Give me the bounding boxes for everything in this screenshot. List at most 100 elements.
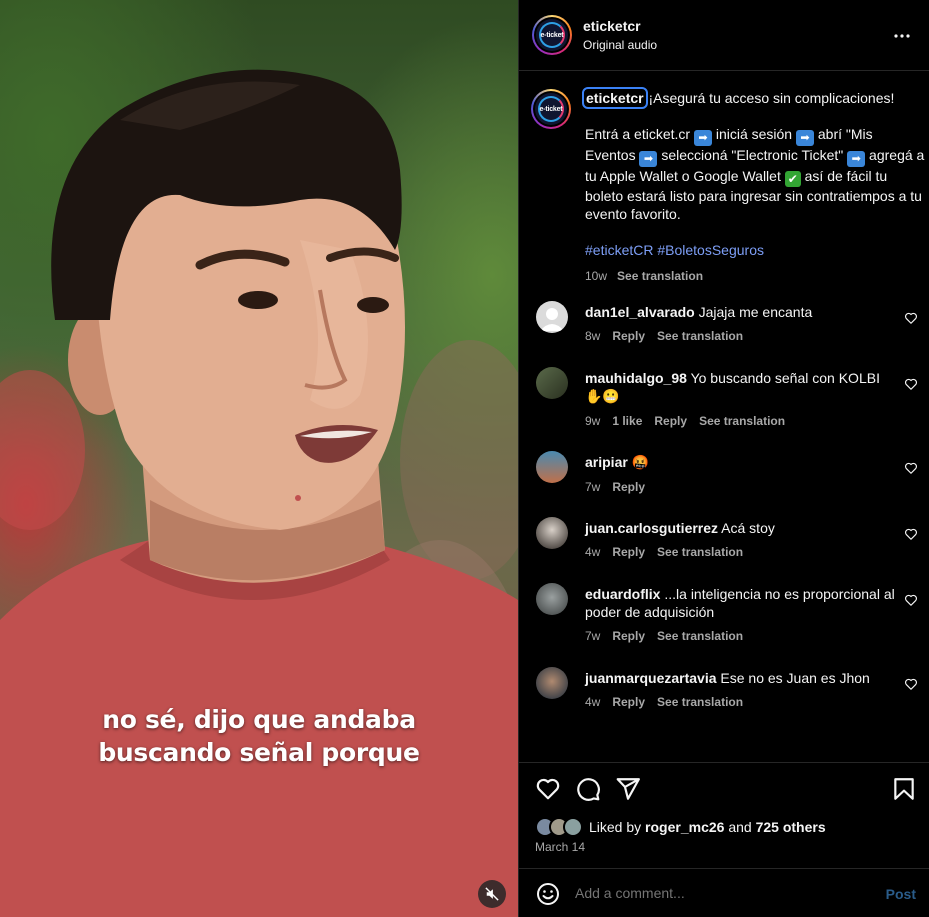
caption-avatar[interactable]: e-ticket <box>531 89 571 129</box>
comment-username[interactable]: juan.carlosgutierrez <box>585 520 718 536</box>
comment-body: aripiar 🤬 7w Reply <box>585 453 895 496</box>
liker-avatars <box>535 817 583 837</box>
caption-body: Entrá a eticket.cr ➡ iniciá sesión ➡ abr… <box>585 125 925 223</box>
avatar[interactable]: e-ticket <box>532 15 572 55</box>
arrow-right-icon: ➡ <box>693 130 712 146</box>
video-subtitle: no sé, dijo que andaba buscando señal po… <box>0 703 518 769</box>
post-button[interactable]: Post <box>886 886 916 902</box>
header-username[interactable]: eticketcr <box>583 18 641 34</box>
reply-button[interactable]: Reply <box>612 329 645 343</box>
comment-text: Yo buscando señal con KOLBI <box>690 370 880 386</box>
comment-age: 8w <box>585 329 601 343</box>
caption-meta: 10w See translation <box>585 267 925 285</box>
subtitle-line-2: buscando señal porque <box>98 738 420 767</box>
comment-age: 9w <box>585 414 601 428</box>
comment-text: Jajaja me encanta <box>698 304 813 320</box>
reply-button[interactable]: Reply <box>612 695 645 709</box>
like-count[interactable]: 1 like <box>612 414 642 428</box>
arrow-right-icon: ➡ <box>795 130 814 146</box>
comment-text: Ese no es Juan es Jhon <box>720 670 870 686</box>
hashtags[interactable]: #eticketCR #BoletosSeguros <box>585 241 925 259</box>
default-user-icon <box>540 308 564 331</box>
avatar[interactable] <box>536 367 568 399</box>
post-panel: e-ticket eticketcr Original audio e-tick… <box>518 0 929 917</box>
reel-video[interactable]: no sé, dijo que andaba buscando señal po… <box>0 0 518 917</box>
likes-count[interactable]: 725 others <box>756 819 826 835</box>
emoji-icon[interactable] <box>536 882 560 906</box>
see-translation-link[interactable]: See translation <box>657 695 743 709</box>
comment-age: 7w <box>585 629 601 643</box>
comment-text: Acá stoy <box>721 520 775 536</box>
comment-icon[interactable] <box>575 776 601 802</box>
heart-icon[interactable] <box>904 593 918 607</box>
see-translation-link[interactable]: See translation <box>617 269 703 283</box>
post-age: 10w <box>585 269 608 283</box>
caption-part: seleccioná "Electronic Ticket" <box>657 147 848 163</box>
post-actions: Liked by roger_mc26 and 725 others March… <box>519 762 929 868</box>
heart-icon[interactable] <box>904 527 918 541</box>
reply-button[interactable]: Reply <box>612 545 645 559</box>
eticket-logo: e-ticket <box>536 19 568 51</box>
post-header: e-ticket eticketcr Original audio <box>519 0 929 71</box>
likes-summary[interactable]: Liked by roger_mc26 and 725 others <box>535 817 826 837</box>
speaker-muted-icon <box>485 887 499 901</box>
share-icon[interactable] <box>615 776 641 802</box>
see-translation-link[interactable]: See translation <box>657 329 743 343</box>
reply-button[interactable]: Reply <box>654 414 687 428</box>
comment-body: dan1el_alvarado Jajaja me encanta 8w Repl… <box>585 303 895 345</box>
subtitle-line-1: no sé, dijo que andaba <box>102 705 416 734</box>
comment-body: juanmarquezartavia Ese no es Juan es Jho… <box>585 669 895 711</box>
reply-button[interactable]: Reply <box>612 480 645 494</box>
heart-icon[interactable] <box>535 776 561 802</box>
video-frame <box>0 69 518 917</box>
comment-emoji: ✋😬 <box>585 389 620 405</box>
caption-text: eticketcr ¡Asegurá tu acceso sin complic… <box>582 87 925 285</box>
comment-username[interactable]: mauhidalgo_98 <box>585 370 687 386</box>
comment-body: mauhidalgo_98 Yo buscando señal con KOLB… <box>585 369 895 430</box>
avatar[interactable] <box>536 517 568 549</box>
comment-username[interactable]: dan1el_alvarado <box>585 304 695 320</box>
logo-text: e-ticket <box>539 105 563 113</box>
see-translation-link[interactable]: See translation <box>657 629 743 643</box>
heart-icon[interactable] <box>904 677 918 691</box>
audio-label[interactable]: Original audio <box>583 38 657 52</box>
liked-by-user[interactable]: roger_mc26 <box>645 819 724 835</box>
arrow-right-icon: ➡ <box>639 151 658 167</box>
comment-age: 4w <box>585 545 601 559</box>
bookmark-icon[interactable] <box>891 776 917 802</box>
avatar[interactable] <box>536 301 568 333</box>
avatar[interactable] <box>536 667 568 699</box>
comment-username[interactable]: juanmarquezartavia <box>585 670 717 686</box>
comment-body: eduardoflix ...la inteligencia no es pro… <box>585 585 895 645</box>
reply-button[interactable]: Reply <box>612 629 645 643</box>
see-translation-link[interactable]: See translation <box>699 414 785 428</box>
comment-composer: Post <box>519 868 929 917</box>
avatar[interactable] <box>536 451 568 483</box>
avatar[interactable] <box>536 583 568 615</box>
liked-by-prefix: Liked by <box>589 819 642 835</box>
comments-list[interactable]: e-ticket eticketcr ¡Asegurá tu acceso si… <box>519 72 929 762</box>
logo-text: e-ticket <box>540 31 564 39</box>
comment-username[interactable]: aripiar <box>585 454 628 470</box>
caption-part: Entrá a eticket.cr <box>585 126 694 142</box>
comment-emoji: 🤬 <box>631 455 650 471</box>
heart-icon[interactable] <box>904 311 918 325</box>
caption-part: iniciá sesión <box>711 126 796 142</box>
comment-input[interactable] <box>575 885 865 901</box>
post-date[interactable]: March 14 <box>535 840 585 854</box>
comment-age: 7w <box>585 480 601 494</box>
mute-button[interactable] <box>478 880 506 908</box>
more-horizontal-icon[interactable] <box>892 26 912 46</box>
eticket-logo: e-ticket <box>535 93 567 125</box>
check-mark-icon: ✔ <box>784 171 801 187</box>
arrow-right-icon: ➡ <box>847 151 866 167</box>
caption-username[interactable]: eticketcr <box>582 87 648 109</box>
comment-username[interactable]: eduardoflix <box>585 586 660 602</box>
comment-age: 4w <box>585 695 601 709</box>
liked-by-and: and <box>728 819 752 835</box>
heart-icon[interactable] <box>904 377 918 391</box>
caption-headline: ¡Asegurá tu acceso sin complicaciones! <box>648 90 895 106</box>
see-translation-link[interactable]: See translation <box>657 545 743 559</box>
heart-icon[interactable] <box>904 461 918 475</box>
comment-body: juan.carlosgutierrez Acá stoy 4w Reply See… <box>585 519 895 561</box>
